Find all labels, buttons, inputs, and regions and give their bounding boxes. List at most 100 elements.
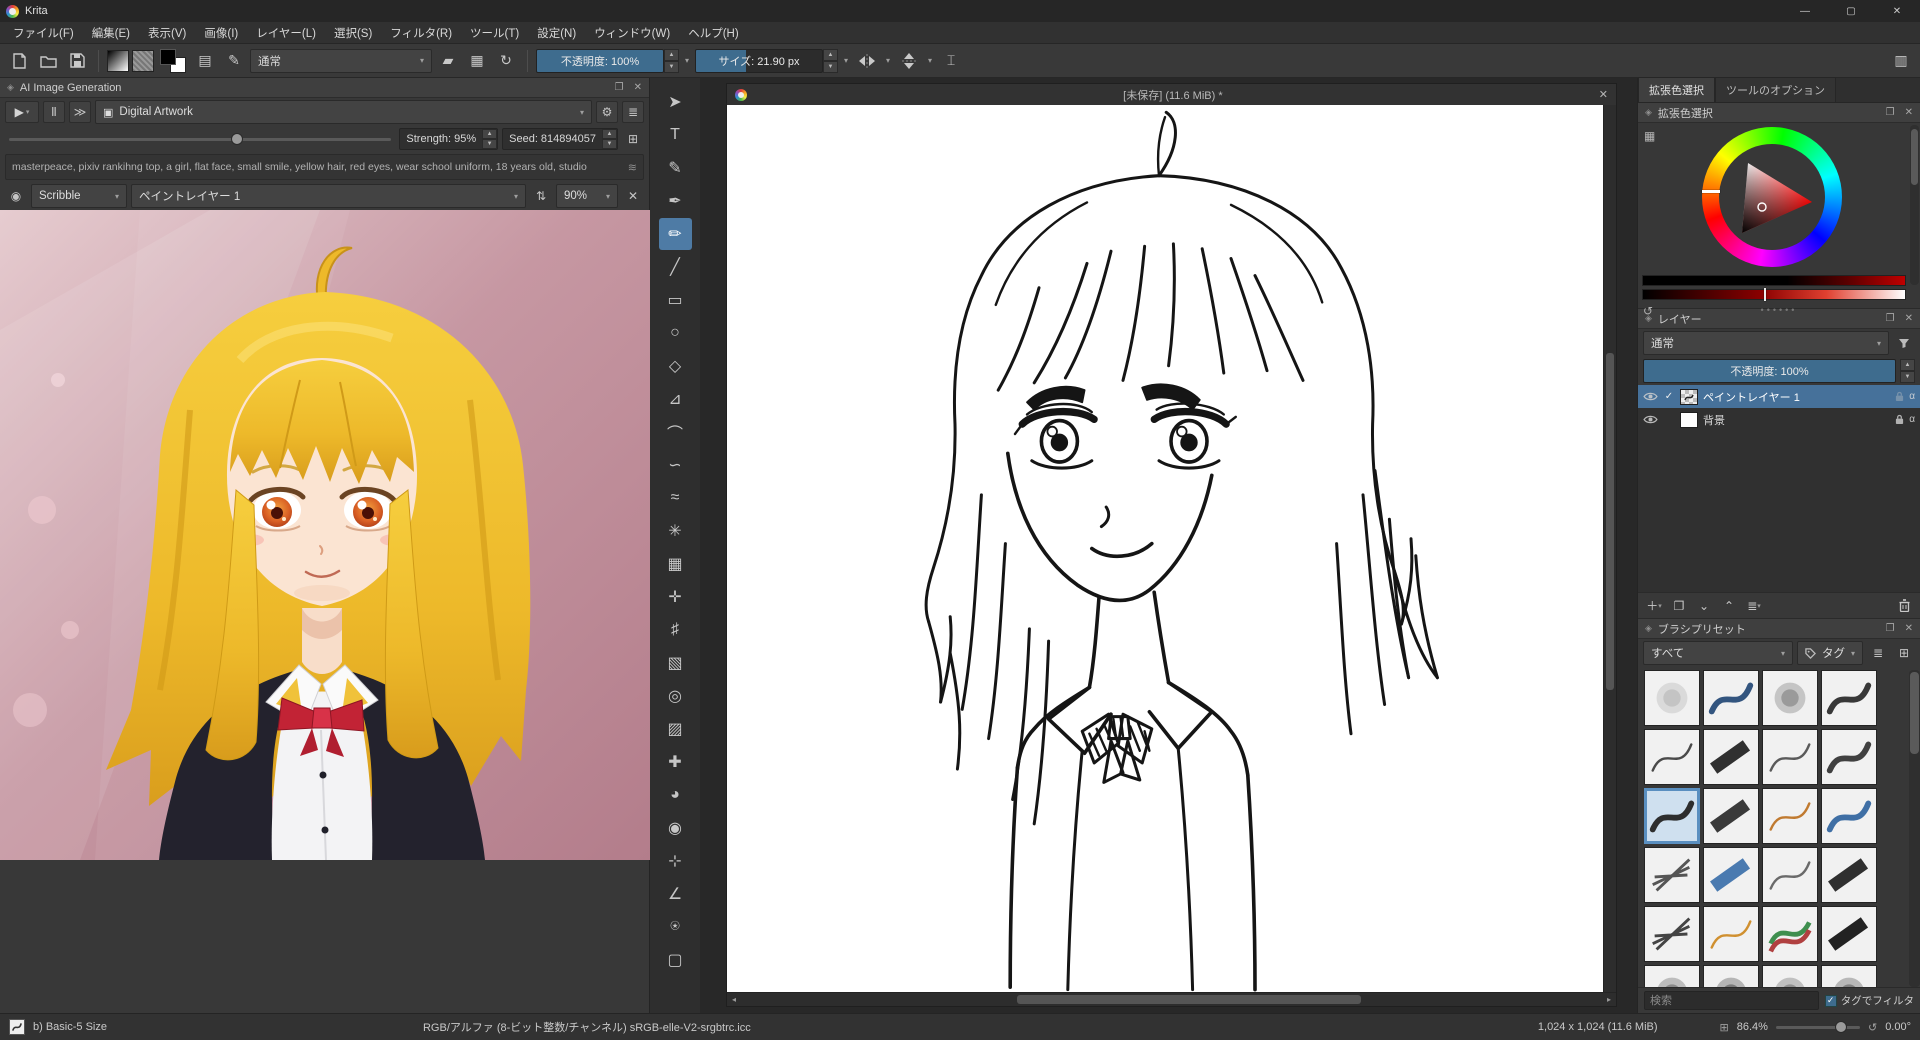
swap-button[interactable]: ⇅	[530, 185, 552, 207]
alpha-icon[interactable]: α	[1909, 391, 1915, 402]
prompt-layers-icon[interactable]: ≋	[622, 161, 637, 174]
canvas-titlebar[interactable]: [未保存] (11.6 MiB) * ✕	[727, 84, 1616, 105]
brush-preset-marker-chisel[interactable]	[1703, 788, 1759, 844]
ai-docker-header[interactable]: ◈ AI Image Generation ❐ ✕	[0, 78, 649, 98]
brush-preset-pencil-gray[interactable]	[1762, 847, 1818, 903]
blend-mode-dropdown[interactable]: 通常 ▾	[250, 48, 432, 73]
brush-preset-marker-blue[interactable]	[1703, 847, 1759, 903]
layer-row-2[interactable]: 背景 α	[1638, 408, 1920, 431]
seed-spinner[interactable]: ▲ ▼	[602, 129, 617, 149]
value-gradient-strip-2[interactable]	[1642, 288, 1906, 301]
canvas-vertical-scrollbar[interactable]	[1603, 105, 1616, 992]
tool-ellipse[interactable]: ○	[659, 317, 692, 349]
tool-bezier-curve[interactable]: ⌒	[659, 416, 692, 448]
menu-help[interactable]: ヘルプ(H)	[679, 22, 747, 44]
slider-handle[interactable]	[231, 133, 244, 145]
menu-filter[interactable]: フィルタ(R)	[381, 22, 461, 44]
float-docker-icon[interactable]: ❐	[1886, 107, 1895, 118]
style-preset-dropdown[interactable]: ▣ Digital Artwork ▾	[95, 100, 592, 124]
foreground-color[interactable]	[160, 48, 176, 65]
docker-splitter[interactable]: ••••••	[1638, 305, 1920, 315]
tool-polyline[interactable]: ⊿	[659, 383, 692, 415]
menu-select[interactable]: 選択(S)	[325, 22, 381, 44]
brush-preset-pencil-hb[interactable]	[1644, 729, 1700, 785]
layer-filter-button[interactable]	[1893, 332, 1915, 354]
tool-select-shapes[interactable]: ➤	[659, 86, 692, 118]
tool-transform[interactable]: ▦	[659, 548, 692, 580]
menu-file[interactable]: ファイル(F)	[4, 22, 83, 44]
scroll-right-arrow[interactable]: ▸	[1602, 993, 1616, 1006]
preset-search-input[interactable]	[1644, 991, 1819, 1010]
pattern-chooser-button[interactable]	[132, 49, 154, 72]
minimize-button[interactable]: —	[1782, 0, 1828, 22]
prompt-field[interactable]: masterpeace, pixiv rankihng top, a girl,…	[5, 154, 644, 180]
scrollbar-handle[interactable]	[1910, 672, 1919, 755]
chevron-down-icon[interactable]: ▾	[682, 56, 692, 65]
open-document-button[interactable]	[35, 48, 61, 74]
new-document-button[interactable]	[6, 48, 32, 74]
tool-reference-images[interactable]: ⍟	[659, 911, 692, 943]
opacity-spinner[interactable]: ▲ ▼	[664, 48, 679, 73]
close-document-icon[interactable]: ✕	[1599, 88, 1608, 101]
value-gradient-strip-1[interactable]	[1642, 275, 1906, 286]
zoom-slider[interactable]	[1775, 1020, 1860, 1033]
brush-preset-ink-brush[interactable]	[1821, 670, 1877, 726]
layer-visibility-toggle[interactable]	[1643, 391, 1658, 402]
step-generation-button[interactable]: ≫	[69, 101, 91, 123]
opacity-slider[interactable]: 不透明度: 100%	[536, 48, 664, 73]
menu-settings[interactable]: 設定(N)	[528, 22, 585, 44]
preset-view-grid-button[interactable]: ⊞	[1893, 642, 1915, 664]
color-settings-icon[interactable]: ▦	[1644, 129, 1655, 143]
rotation-reset-icon[interactable]: ↺	[1868, 1021, 1877, 1034]
brush-preset-soft-b[interactable]	[1703, 965, 1759, 987]
canvas-rotation-value[interactable]: 0.00°	[1885, 1021, 1911, 1033]
tool-edit-shapes[interactable]: ✎	[659, 152, 692, 184]
layer-blend-mode-dropdown[interactable]: 通常 ▾	[1643, 331, 1889, 355]
size-slider[interactable]: サイズ: 21.90 px	[695, 48, 824, 73]
close-docker-icon[interactable]: ✕	[1905, 623, 1913, 634]
chevron-down-icon[interactable]: ▾	[883, 56, 893, 65]
color-docker-header[interactable]: ◈ 拡張色選択 ❐ ✕	[1638, 103, 1920, 123]
scrollbar-handle[interactable]	[1911, 129, 1918, 185]
menu-edit[interactable]: 編集(E)	[83, 22, 139, 44]
mirror-horizontal-button[interactable]	[854, 48, 880, 74]
tool-rectangle[interactable]: ▭	[659, 284, 692, 316]
workspace-chooser-button[interactable]: ▥	[1888, 48, 1914, 74]
tool-color-sampler[interactable]: ◎	[659, 680, 692, 712]
tab-advanced-color-selector[interactable]: 拡張色選択	[1638, 77, 1715, 102]
tab-tool-options[interactable]: ツールのオプション	[1715, 77, 1836, 102]
layer-opacity-spinner[interactable]: ▲ ▼	[1900, 359, 1915, 383]
ai-settings-button[interactable]: ⚙	[596, 101, 618, 123]
eraser-mode-button[interactable]: ▰	[435, 48, 461, 74]
layer-name[interactable]: 背景	[1703, 412, 1890, 428]
seed-spinbox[interactable]: Seed: 814894057 ▲ ▼	[502, 128, 618, 150]
strength-slider[interactable]	[5, 128, 395, 150]
generate-play-button[interactable]: ▶ ▾	[5, 101, 39, 123]
float-docker-icon[interactable]: ❐	[615, 82, 624, 93]
brush-preset-scratchy[interactable]	[1644, 847, 1700, 903]
tool-text[interactable]: T	[659, 119, 692, 151]
size-spinner[interactable]: ▲ ▼	[823, 48, 839, 73]
tag-tools-button[interactable]: タグ ▾	[1796, 641, 1863, 665]
brush-preset-pencil-soft[interactable]	[1762, 729, 1818, 785]
preset-tag-dropdown[interactable]: すべて ▾	[1643, 641, 1793, 665]
layer-properties-button[interactable]: ≣ ▾	[1743, 596, 1765, 616]
tool-pattern-edit[interactable]: ▨	[659, 713, 692, 745]
alpha-icon[interactable]: α	[1909, 414, 1915, 425]
tool-measure[interactable]: ∠	[659, 878, 692, 910]
zoom-slider-handle[interactable]	[1834, 1020, 1847, 1033]
tool-freehand-brush[interactable]: ✏	[658, 218, 692, 250]
brush-preset-pencil-orange[interactable]	[1762, 788, 1818, 844]
ai-generated-image[interactable]	[0, 210, 650, 860]
checkbox-checked-icon[interactable]: ✓	[1824, 994, 1837, 1007]
tool-gradient[interactable]: ▧	[659, 647, 692, 679]
tool-dynamic-brush[interactable]: ≈	[659, 482, 692, 514]
control-link-button[interactable]: ◉	[5, 185, 27, 207]
color-docker-scrollbar[interactable]	[1910, 125, 1919, 285]
brush-preset-charcoal[interactable]	[1644, 906, 1700, 962]
brush-preset-soft-d[interactable]	[1821, 965, 1877, 987]
gradient-chooser-button[interactable]	[107, 49, 129, 72]
mirror-vertical-button[interactable]	[896, 48, 922, 74]
preserve-alpha-button[interactable]: ▦	[464, 48, 490, 74]
selection-display-icon[interactable]: ⊞	[1720, 1021, 1729, 1034]
